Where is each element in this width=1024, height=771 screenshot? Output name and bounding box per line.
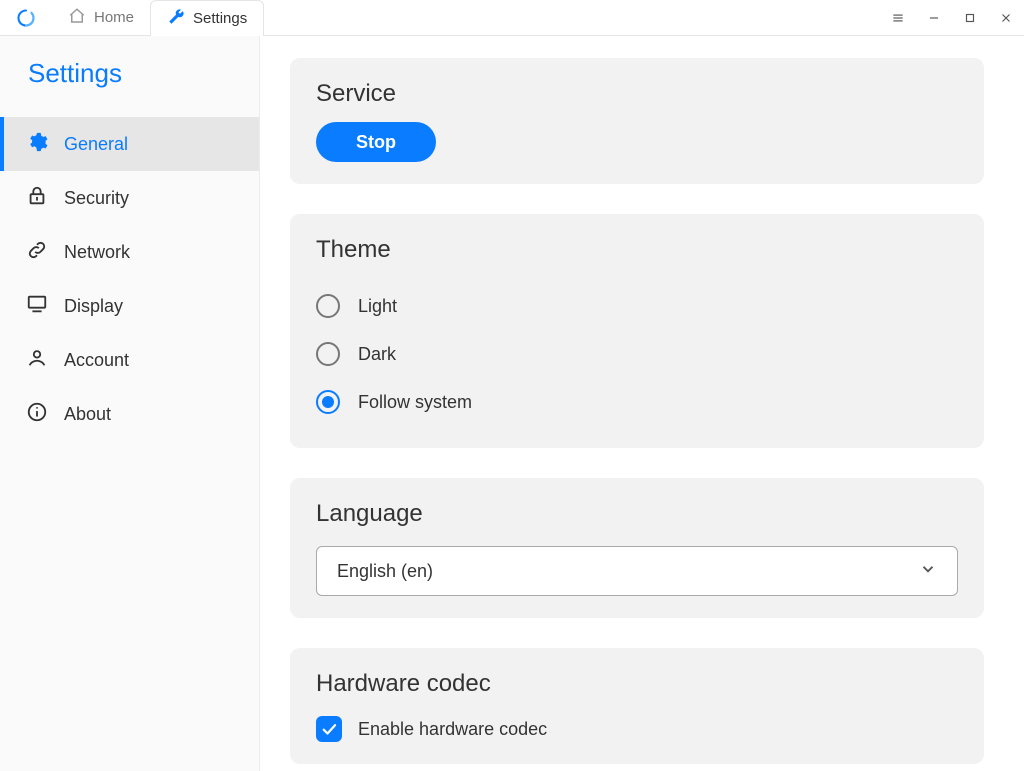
tab-settings-label: Settings (193, 10, 247, 27)
theme-option-follow-system[interactable]: Follow system (316, 378, 958, 426)
lock-icon (26, 185, 48, 212)
menu-button[interactable] (880, 0, 916, 35)
sidebar-item-about[interactable]: About (0, 387, 259, 441)
sidebar-item-security[interactable]: Security (0, 171, 259, 225)
theme-card: Theme Light Dark Follow system (290, 214, 984, 448)
minimize-button[interactable] (916, 0, 952, 35)
service-title: Service (316, 80, 958, 108)
radio-icon (316, 294, 340, 318)
sidebar-item-label: Display (64, 296, 123, 317)
monitor-icon (26, 293, 48, 320)
maximize-button[interactable] (952, 0, 988, 35)
radio-icon (316, 390, 340, 414)
theme-option-light[interactable]: Light (316, 282, 958, 330)
tab-home[interactable]: Home (52, 0, 150, 35)
service-card: Service Stop (290, 58, 984, 184)
hardware-codec-checkbox-row[interactable]: Enable hardware codec (316, 716, 958, 742)
tab-home-label: Home (94, 9, 134, 26)
tab-settings[interactable]: Settings (150, 0, 264, 36)
titlebar: Home Settings (0, 0, 1024, 36)
sidebar-item-account[interactable]: Account (0, 333, 259, 387)
language-title: Language (316, 500, 958, 528)
sidebar-item-general[interactable]: General (0, 117, 259, 171)
sidebar-item-label: Account (64, 350, 129, 371)
radio-icon (316, 342, 340, 366)
radio-label: Light (358, 296, 397, 317)
sidebar-item-label: Network (64, 242, 130, 263)
titlebar-drag-region[interactable] (264, 0, 880, 35)
checkbox-label: Enable hardware codec (358, 719, 547, 740)
sidebar-item-label: Security (64, 188, 129, 209)
hardware-codec-card: Hardware codec Enable hardware codec (290, 648, 984, 764)
wrench-icon (167, 8, 185, 30)
checkbox-checked-icon (316, 716, 342, 742)
theme-title: Theme (316, 236, 958, 264)
app-logo (0, 0, 52, 35)
theme-option-dark[interactable]: Dark (316, 330, 958, 378)
sidebar-item-network[interactable]: Network (0, 225, 259, 279)
language-card: Language English (en) (290, 478, 984, 618)
service-stop-button[interactable]: Stop (316, 122, 436, 162)
sidebar-item-display[interactable]: Display (0, 279, 259, 333)
content-pane: Service Stop Theme Light Dark Follow sys… (260, 36, 1024, 771)
info-icon (26, 401, 48, 428)
sidebar-title: Settings (0, 36, 259, 117)
person-icon (26, 347, 48, 374)
close-button[interactable] (988, 0, 1024, 35)
link-icon (26, 239, 48, 266)
radio-label: Follow system (358, 392, 472, 413)
hardware-codec-title: Hardware codec (316, 670, 958, 698)
home-icon (68, 7, 86, 29)
chevron-down-icon (919, 560, 937, 583)
sidebar-item-label: General (64, 134, 128, 155)
gear-icon (26, 131, 48, 158)
radio-label: Dark (358, 344, 396, 365)
sidebar: Settings General Security Network (0, 36, 260, 771)
language-select[interactable]: English (en) (316, 546, 958, 596)
language-selected-value: English (en) (337, 561, 433, 582)
sidebar-item-label: About (64, 404, 111, 425)
